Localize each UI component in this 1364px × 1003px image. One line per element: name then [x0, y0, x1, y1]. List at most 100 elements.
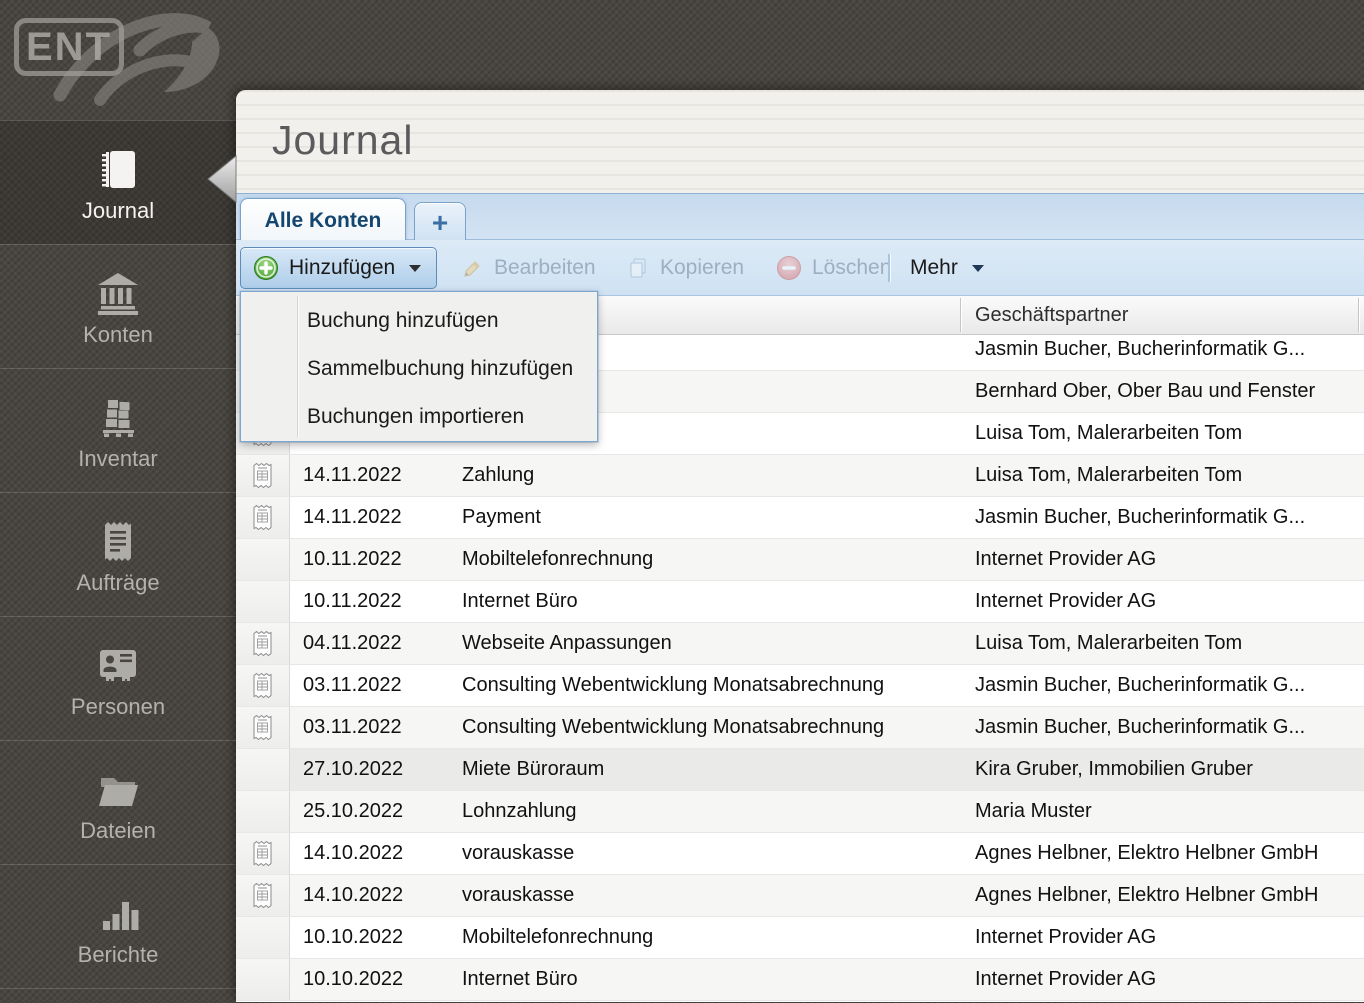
- receipt-doc-icon: [95, 514, 141, 564]
- add-button[interactable]: Hinzufügen: [240, 247, 437, 289]
- cell-text: Lohnzahlung: [462, 800, 577, 822]
- receipt-icon: [236, 833, 290, 874]
- cell-geschaeftspartner: Maria Muster: [975, 800, 1092, 822]
- column-header-geschaeftspartner[interactable]: Geschäftspartner: [975, 296, 1128, 334]
- chevron-down-icon: [409, 264, 422, 272]
- delete-button[interactable]: Löschen: [764, 247, 891, 289]
- table-row[interactable]: 27.10.2022 Miete Büroraum Kira Gruber, Imm…: [236, 749, 1364, 791]
- cell-geschaeftspartner: Agnes Helbner, Elektro Helbner GmbH: [975, 884, 1319, 906]
- row-gutter: [236, 959, 290, 1000]
- cell-date: 27.10.2022: [303, 758, 404, 780]
- more-button[interactable]: Mehr: [898, 247, 990, 289]
- receipt-icon: [236, 455, 290, 496]
- sidebar-item-journal[interactable]: Journal: [0, 120, 236, 244]
- copy-button[interactable]: Kopieren: [614, 247, 754, 289]
- cell-date: 14.11.2022: [303, 464, 402, 486]
- copy-button-label: Kopieren: [660, 256, 745, 279]
- cell-text: Consulting Webentwicklung Monatsabrechnu…: [462, 716, 885, 738]
- toolbar-separator: [888, 254, 890, 282]
- app-root: { "logo": { "text": "ENT" }, "window": {…: [0, 0, 1364, 1002]
- table-row[interactable]: 04.11.2022 Webseite Anpassungen Luisa Tom,…: [236, 623, 1364, 665]
- cell-date: 14.10.2022: [303, 842, 404, 864]
- cell-date: 14.10.2022: [303, 884, 404, 906]
- notebook-icon: [95, 142, 141, 192]
- sidebar-item-label: Konten: [83, 321, 153, 347]
- table-row[interactable]: 10.11.2022 Internet Büro Internet Provider…: [236, 581, 1364, 623]
- cell-text: Miete Büroraum: [462, 758, 605, 780]
- sidebar-item-label: Aufträge: [76, 569, 160, 595]
- content-panel: Journal Alle Konten + Hinzufügen Bearbei…: [236, 90, 1364, 1002]
- cell-text: Mobiltelefonrechnung: [462, 548, 654, 570]
- receipt-icon: [236, 665, 290, 706]
- cell-geschaeftspartner: Agnes Helbner, Elektro Helbner GmbH: [975, 842, 1319, 864]
- table-row[interactable]: 03.11.2022 Consulting Webentwicklung Mona…: [236, 665, 1364, 707]
- receipt-icon: [236, 875, 290, 916]
- sidebar-item-berichte[interactable]: Berichte: [0, 864, 236, 988]
- cell-geschaeftspartner: Jasmin Bucher, Bucherinformatik G...: [975, 674, 1306, 696]
- cell-geschaeftspartner: Jasmin Bucher, Bucherinformatik G...: [975, 716, 1306, 738]
- sidebar-item-dateien[interactable]: Dateien: [0, 740, 236, 864]
- add-button-label: Hinzufügen: [289, 256, 396, 279]
- receipt-icon: [236, 623, 290, 664]
- tab-label: Alle Konten: [264, 208, 382, 232]
- cell-text: Zahlung: [462, 464, 535, 486]
- cell-geschaeftspartner: Jasmin Bucher, Bucherinformatik G...: [975, 338, 1306, 360]
- cell-geschaeftspartner: Internet Provider AG: [975, 968, 1157, 990]
- tab-bar: Alle Konten +: [236, 193, 1364, 242]
- cell-geschaeftspartner: Bernhard Ober, Ober Bau und Fenster: [975, 380, 1316, 402]
- sidebar-item-label: Inventar: [78, 445, 158, 471]
- table-row[interactable]: 14.10.2022 vorauskasse Agnes Helbner, Elek…: [236, 875, 1364, 917]
- table-row[interactable]: 10.11.2022 Mobiltelefonrechnung Internet P…: [236, 539, 1364, 581]
- table-row[interactable]: 14.11.2022 Payment Jasmin Bucher, Bucherin…: [236, 497, 1364, 539]
- edit-button[interactable]: Bearbeiten: [448, 247, 600, 289]
- sidebar-item-label: Journal: [81, 197, 155, 223]
- collapse-panel-arrow-icon[interactable]: [205, 155, 237, 203]
- delete-circle-icon: [776, 255, 802, 281]
- chevron-down-icon: [971, 264, 984, 272]
- sidebar-item-label: Berichte: [77, 941, 159, 967]
- column-divider[interactable]: [1358, 298, 1359, 332]
- table-row[interactable]: 25.10.2022 Lohnzahlung Maria Muster: [236, 791, 1364, 833]
- plus-icon: +: [431, 206, 449, 238]
- tab-alle-konten[interactable]: Alle Konten: [240, 198, 406, 242]
- title-bar: Journal: [236, 90, 1364, 193]
- cell-text: Consulting Webentwicklung Monatsabrechnu…: [462, 674, 885, 696]
- cell-text: Mobiltelefonrechnung: [462, 926, 654, 948]
- table-row[interactable]: 10.10.2022 Internet Büro Internet Provider…: [236, 959, 1364, 1001]
- column-divider[interactable]: [960, 298, 961, 332]
- cell-date: 25.10.2022: [303, 800, 404, 822]
- cell-geschaeftspartner: Luisa Tom, Malerarbeiten Tom: [975, 632, 1243, 654]
- sidebar-item-personen[interactable]: Personen: [0, 616, 236, 740]
- cell-text: Webseite Anpassungen: [462, 632, 672, 654]
- cell-date: 10.10.2022: [303, 968, 404, 990]
- sidebar-item-konten[interactable]: Konten: [0, 244, 236, 368]
- folder-icon: [95, 762, 141, 812]
- table-row[interactable]: 14.11.2022 Zahlung Luisa Tom, Malerarbeite…: [236, 455, 1364, 497]
- row-gutter: [236, 539, 290, 580]
- cell-text: vorauskasse: [462, 884, 575, 906]
- cell-date: 14.11.2022: [303, 506, 402, 528]
- cell-text: Internet Büro: [462, 590, 578, 612]
- copy-pages-icon: [626, 256, 650, 280]
- sidebar-item-label: Dateien: [80, 817, 156, 843]
- table-row[interactable]: 03.11.2022 Consulting Webentwicklung Mona…: [236, 707, 1364, 749]
- menu-items: Buchung hinzufügen Sammelbuchung hinzufüg…: [241, 297, 597, 441]
- menu-item-buchungen-importieren[interactable]: Buchungen importieren: [241, 393, 597, 441]
- table-row[interactable]: 10.10.2022 Mobiltelefonrechnung Internet P…: [236, 917, 1364, 959]
- toolbar: Hinzufügen Bearbeiten Kopieren Löschen M…: [236, 240, 1364, 296]
- sidebar-item-inventar[interactable]: Inventar: [0, 368, 236, 492]
- add-tab-button[interactable]: +: [414, 202, 466, 242]
- cell-date: 10.10.2022: [303, 926, 404, 948]
- menu-item-buchung-hinzuf-gen[interactable]: Buchung hinzufügen: [241, 297, 597, 345]
- page-title: Journal: [272, 117, 414, 163]
- table-row[interactable]: 14.10.2022 vorauskasse Agnes Helbner, Elek…: [236, 833, 1364, 875]
- menu-item-sammelbuchung-hinzuf-gen[interactable]: Sammelbuchung hinzufügen: [241, 345, 597, 393]
- delete-button-label: Löschen: [812, 256, 892, 279]
- add-dropdown-menu: Buchung hinzufügen Sammelbuchung hinzufüg…: [240, 291, 598, 442]
- sidebar-item-auftr-ge[interactable]: Aufträge: [0, 492, 236, 616]
- logo-text: ENT: [14, 18, 124, 76]
- cell-geschaeftspartner: Internet Provider AG: [975, 548, 1157, 570]
- edit-button-label: Bearbeiten: [494, 256, 596, 279]
- cell-text: vorauskasse: [462, 842, 575, 864]
- app-logo: ENT: [0, 0, 236, 120]
